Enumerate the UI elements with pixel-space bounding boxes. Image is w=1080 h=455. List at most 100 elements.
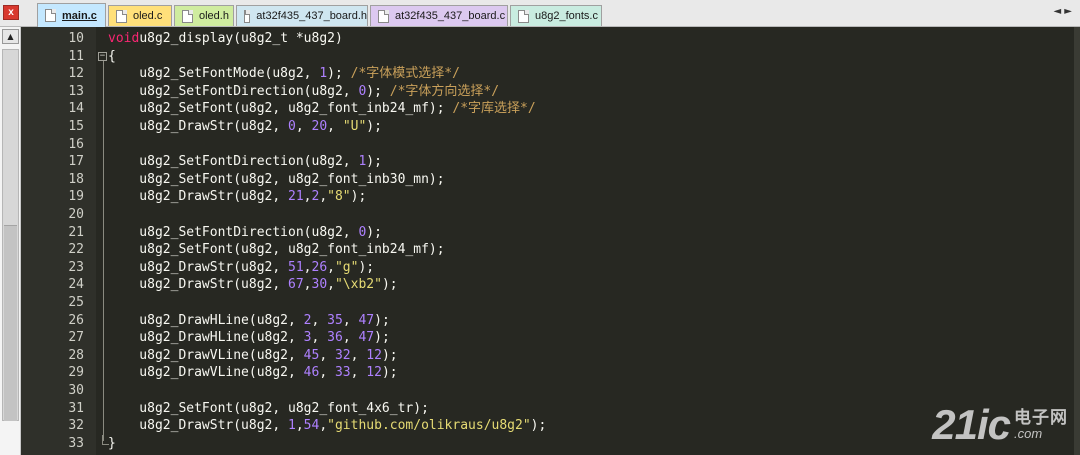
tab-main-c[interactable]: main.c: [37, 3, 106, 27]
code-line[interactable]: 20: [21, 206, 1061, 224]
token-str: "g": [334, 259, 359, 275]
token: ,: [342, 312, 359, 328]
code-line[interactable]: 18 u8g2_SetFont(u8g2, u8g2_font_inb30_mn…: [21, 171, 1061, 189]
token: );: [381, 365, 398, 381]
code-line[interactable]: 30: [21, 382, 1061, 400]
code-text: {: [108, 48, 116, 66]
tab-label: main.c: [62, 9, 97, 22]
tab-at32f435-437-board-c[interactable]: at32f435_437_board.c: [370, 5, 508, 26]
code-line[interactable]: 32 u8g2_DrawStr(u8g2, 1,54,"github.com/o…: [21, 417, 1061, 435]
code-line[interactable]: 14 u8g2_SetFont(u8g2, u8g2_font_inb24_mf…: [21, 100, 1061, 118]
token-num: 12: [366, 365, 382, 381]
token: {: [108, 48, 116, 64]
code-line[interactable]: 16: [21, 136, 1061, 154]
line-number: 15: [68, 119, 84, 134]
code-text: u8g2_SetFontMode(u8g2, 1); /*字体模式选择*/: [108, 65, 460, 83]
token: u8g2_DrawStr(u8g2,: [108, 259, 289, 275]
code-line[interactable]: 27 u8g2_DrawHLine(u8g2, 3, 36, 47);: [21, 329, 1061, 347]
token: );: [350, 189, 367, 205]
token: );: [327, 66, 351, 82]
code-line[interactable]: 26 u8g2_DrawHLine(u8g2, 2, 35, 47);: [21, 312, 1061, 330]
tab-label: u8g2_fonts.c: [535, 10, 598, 22]
tab-label: at32f435_437_board.c: [395, 10, 506, 22]
token: u8g2_DrawStr(u8g2,: [108, 418, 289, 434]
line-number: 27: [68, 330, 84, 346]
line-number: 20: [68, 207, 84, 222]
token: ,: [319, 347, 335, 363]
code-text: u8g2_DrawStr(u8g2, 0, 20, "U");: [108, 118, 382, 136]
token-cmt: /*字体方向选择*/: [389, 83, 500, 99]
tab-at32f435-437-board-h[interactable]: at32f435_437_board.h: [236, 5, 368, 26]
scrollbar-track[interactable]: [2, 49, 19, 421]
token: ,: [319, 365, 335, 381]
code-line[interactable]: 33}: [21, 434, 1061, 453]
tab-oled-c[interactable]: oled.c: [108, 5, 172, 26]
token: }: [108, 435, 116, 451]
token: u8g2_SetFont(u8g2, u8g2_font_4x6_tr);: [108, 400, 429, 416]
token: u8g2_SetFontMode(u8g2,: [108, 66, 320, 82]
token: );: [366, 83, 390, 99]
code-line[interactable]: 12 u8g2_SetFontMode(u8g2, 1); /*字体模式选择*/: [21, 65, 1061, 83]
file-icon: [116, 9, 127, 23]
token: ,: [350, 365, 367, 381]
token: u8g2_SetFontDirection(u8g2,: [108, 224, 359, 240]
token: u8g2_SetFontDirection(u8g2,: [108, 154, 359, 170]
token: );: [366, 154, 382, 170]
code-line[interactable]: 19 u8g2_DrawStr(u8g2, 21,2,"8");: [21, 188, 1061, 206]
token: );: [366, 119, 382, 134]
token-kw: void: [108, 31, 140, 46]
code-line[interactable]: 22 u8g2_SetFont(u8g2, u8g2_font_inb24_mf…: [21, 241, 1061, 259]
code-line[interactable]: 13 u8g2_SetFontDirection(u8g2, 0); /*字体方…: [21, 83, 1061, 101]
code-text: u8g2_SetFont(u8g2, u8g2_font_inb24_mf);: [108, 241, 445, 259]
fold-collapse-icon[interactable]: −: [98, 51, 107, 61]
line-number: 28: [68, 347, 84, 363]
line-number: 33: [68, 435, 84, 451]
token-num: 67: [288, 277, 304, 293]
code-text: u8g2_DrawStr(u8g2, 67,30,"\xb2");: [108, 276, 397, 294]
token: );: [366, 224, 382, 240]
line-number: 12: [68, 66, 84, 82]
token: );: [374, 330, 390, 346]
token-num: 2: [303, 312, 312, 328]
close-file-button[interactable]: x: [3, 5, 19, 20]
file-icon: [244, 9, 251, 23]
line-number: 11: [68, 48, 84, 64]
code-line[interactable]: 31 u8g2_SetFont(u8g2, u8g2_font_4x6_tr);: [21, 400, 1061, 418]
code-text: u8g2_SetFont(u8g2, u8g2_font_4x6_tr);: [108, 400, 429, 418]
outline-scrollbar[interactable]: ▲: [0, 27, 21, 455]
code-line[interactable]: 23 u8g2_DrawStr(u8g2, 51,26,"g");: [21, 259, 1061, 277]
code-editor[interactable]: 10 voidu8g2_display(u8g2_t *u8g2) 11−{12 u…: [21, 27, 1080, 455]
token-num: 32: [334, 347, 351, 363]
tab-scroll-arrows[interactable]: ◄ ►: [1053, 6, 1072, 17]
code-text: u8g2_DrawHLine(u8g2, 3, 36, 47);: [108, 329, 390, 347]
line-number: 14: [68, 101, 84, 117]
code-line[interactable]: 17 u8g2_SetFontDirection(u8g2, 1);: [21, 153, 1061, 171]
code-line[interactable]: 29 u8g2_DrawVLine(u8g2, 46, 33, 12);: [21, 364, 1061, 382]
tab-oled-h[interactable]: oled.h: [174, 5, 234, 26]
token-num: 1: [288, 418, 296, 434]
token: ,: [311, 330, 328, 346]
scroll-up-arrow-icon[interactable]: ▲: [2, 29, 19, 44]
token: ,: [303, 189, 312, 205]
token: ,: [342, 330, 359, 346]
code-line[interactable]: 21 u8g2_SetFontDirection(u8g2, 0);: [21, 224, 1061, 242]
token: u8g2_SetFont(u8g2, u8g2_font_inb24_mf);: [108, 242, 445, 258]
code-line[interactable]: 25: [21, 294, 1061, 312]
token: u8g2_SetFontDirection(u8g2,: [108, 83, 359, 99]
tab-u8g2-fonts-c[interactable]: u8g2_fonts.c: [510, 5, 602, 26]
token-num: 47: [358, 312, 375, 328]
token: ,: [295, 418, 304, 434]
token: u8g2_DrawHLine(u8g2,: [108, 312, 304, 328]
scrollbar-thumb[interactable]: [4, 225, 17, 421]
code-line[interactable]: 10 voidu8g2_display(u8g2_t *u8g2): [21, 30, 1061, 48]
token: ,: [350, 347, 367, 363]
token: ,: [327, 259, 335, 275]
token-num: 12: [366, 347, 382, 363]
line-number: 18: [68, 171, 84, 187]
code-line[interactable]: 24 u8g2_DrawStr(u8g2, 67,30,"\xb2");: [21, 276, 1061, 294]
code-line[interactable]: 15 u8g2_DrawStr(u8g2, 0, 20, "U");: [21, 118, 1061, 136]
line-number: 13: [68, 83, 84, 99]
code-line[interactable]: 28 u8g2_DrawVLine(u8g2, 45, 32, 12);: [21, 347, 1061, 365]
token: u8g2_DrawVLine(u8g2,: [108, 347, 304, 363]
code-line[interactable]: 11 −{: [21, 48, 1061, 66]
